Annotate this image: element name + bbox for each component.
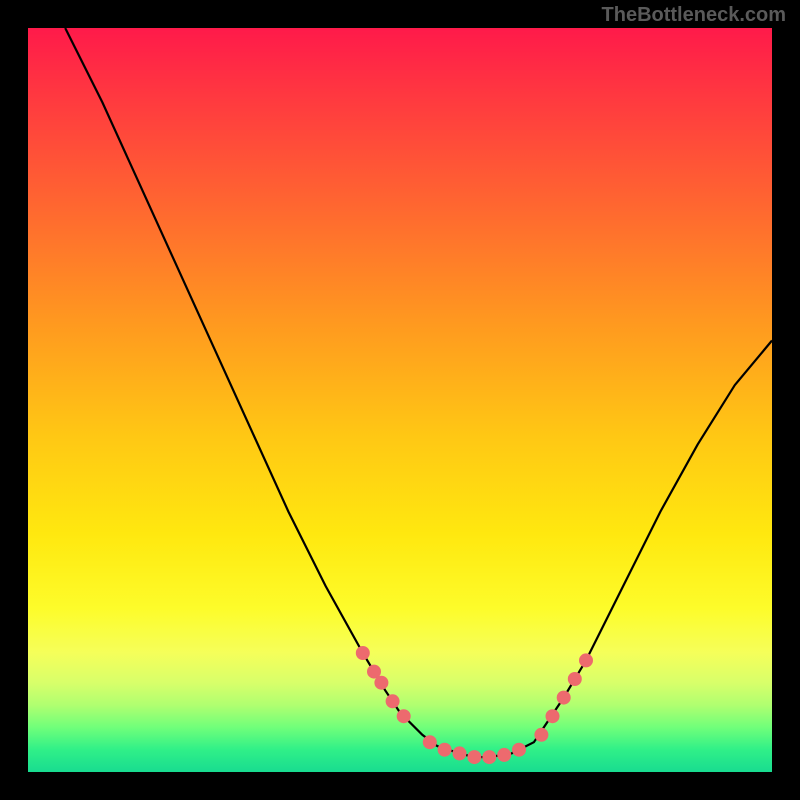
curve-marker [397, 710, 410, 723]
curve-markers [356, 647, 592, 764]
curve-marker [368, 665, 381, 678]
curve-marker [580, 654, 593, 667]
curve-marker [356, 647, 369, 660]
curve-marker [513, 743, 526, 756]
curve-marker [546, 710, 559, 723]
watermark-text: TheBottleneck.com [602, 4, 786, 27]
curve-marker [423, 736, 436, 749]
curve-marker [568, 673, 581, 686]
chart-container: TheBottleneck.com [0, 0, 800, 800]
chart-svg [28, 28, 772, 772]
curve-marker [438, 743, 451, 756]
curve-marker [375, 676, 388, 689]
plot-area [28, 28, 772, 772]
curve-marker [535, 728, 548, 741]
curve-marker [453, 747, 466, 760]
bottleneck-curve [65, 28, 772, 757]
curve-marker [557, 691, 570, 704]
curve-marker [468, 751, 481, 764]
curve-marker [483, 751, 496, 764]
curve-marker [498, 748, 511, 761]
curve-marker [386, 695, 399, 708]
